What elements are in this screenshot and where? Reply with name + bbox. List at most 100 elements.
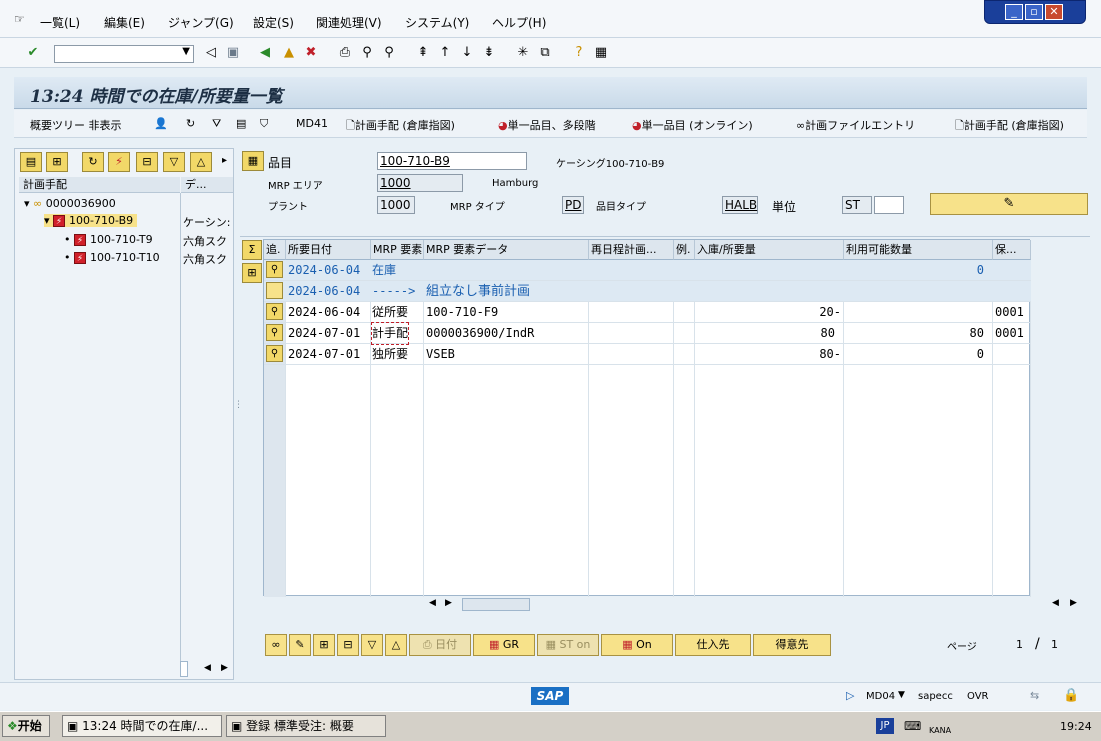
scroll-left-icon[interactable]: ◀ — [429, 598, 436, 608]
minimize-button[interactable]: _ — [1005, 4, 1023, 20]
back-arrow-icon[interactable]: ◁ — [202, 44, 220, 62]
menu-icon[interactable]: ☞ — [14, 12, 25, 26]
edit-button[interactable]: ✎ — [930, 193, 1088, 215]
gr-button[interactable]: ▦ GR — [473, 634, 535, 656]
filter2-icon[interactable]: ⛉ — [260, 117, 268, 131]
tree-col2-header[interactable]: デ... — [181, 177, 233, 193]
plan-manual2-button[interactable]: 🗋計画手配 (倉庫指図) — [955, 117, 1064, 136]
tree-col-header[interactable]: 計画手配 — [19, 177, 180, 193]
sum-icon[interactable]: Σ — [242, 240, 262, 260]
kana-indicator[interactable]: KANA — [929, 726, 951, 735]
table-row[interactable]: ⚲ 2024-06-04 在庫 0 — [264, 260, 1031, 281]
layout-icon[interactable]: ▦ — [592, 44, 610, 62]
chevron-down-icon[interactable]: ▼ — [898, 690, 905, 700]
scroll-right-icon[interactable]: ▶ — [1070, 598, 1077, 608]
taskbar-item[interactable]: ▣ 登録 標準受注: 概要 — [226, 715, 386, 737]
command-field[interactable]: ▼ — [54, 45, 194, 63]
plan-manual-button[interactable]: 🗋計画手配 (倉庫指図) — [346, 117, 455, 136]
tree-collapse-icon[interactable]: ▽ — [163, 152, 185, 172]
on-button[interactable]: ▦ On — [601, 634, 673, 656]
ime-icon[interactable]: ⌨ — [904, 719, 921, 733]
material-detail-icon[interactable]: ▦ — [242, 151, 264, 171]
display-icon[interactable]: ▤ — [236, 117, 246, 130]
material-field[interactable]: 100-710-B9 — [377, 152, 527, 170]
scroll-right-icon[interactable]: ▶ — [221, 663, 228, 673]
table-row[interactable]: ⚲ 2024-07-01 独所要 VSEB 80- 0 — [264, 344, 1031, 365]
col-header[interactable]: 再日程計画... — [589, 240, 674, 260]
menu-related[interactable]: 関連処理(V) — [316, 14, 382, 31]
help-icon[interactable]: ? — [570, 44, 588, 62]
ime-indicator[interactable]: JP — [876, 718, 894, 734]
prev-page-icon[interactable]: ↑ — [436, 44, 454, 62]
first-page-icon[interactable]: ⇞ — [414, 44, 432, 62]
new-session-icon[interactable]: ✳ — [514, 44, 532, 62]
unit-field[interactable]: ST — [842, 196, 872, 214]
exit-icon[interactable]: ▲ — [280, 44, 298, 62]
menu-list[interactable]: 一覧(L) — [40, 14, 80, 31]
col-header[interactable]: MRP 要素 — [371, 240, 424, 260]
table-row[interactable]: ⚲ 2024-07-01 計手配 0000036900/IndR 80 80 0… — [264, 322, 1031, 345]
date-button[interactable]: ⎙ 日付 — [409, 634, 471, 656]
print-icon[interactable]: ⎙ — [336, 44, 354, 62]
tree-order-icon[interactable]: ⚡ — [108, 152, 130, 172]
tree-scrollbar[interactable] — [180, 661, 188, 677]
insert-mode[interactable]: OVR — [967, 691, 988, 702]
tree-child[interactable]: • ⚡ 100-710-T10 — [64, 251, 160, 264]
status-expand-icon[interactable]: ▷ — [846, 689, 854, 702]
refresh-icon[interactable]: ↻ — [186, 117, 195, 130]
customer-button[interactable]: 得意先 — [753, 634, 831, 656]
glasses-button[interactable]: ∞ — [265, 634, 287, 656]
md41-button[interactable]: MD41 — [296, 117, 328, 130]
magnifier-icon[interactable]: ⚲ — [266, 324, 283, 341]
enter-icon[interactable]: ✔ — [24, 44, 42, 62]
mat-type-field[interactable]: HALB — [722, 196, 758, 214]
magnifier-icon[interactable]: ⚲ — [266, 345, 283, 362]
col-header[interactable]: 所要日付 — [286, 240, 371, 260]
menu-system[interactable]: システム(Y) — [405, 14, 469, 31]
col-header[interactable]: 例. — [674, 240, 695, 260]
single-multi-button[interactable]: ◕単一品目、多段階 — [498, 117, 596, 133]
hide-tree-button[interactable]: 概要ツリー 非表示 — [30, 117, 122, 133]
last-page-icon[interactable]: ⇟ — [480, 44, 498, 62]
col-header[interactable]: 入庫/所要量 — [695, 240, 844, 260]
expand-button[interactable]: △ — [385, 634, 407, 656]
back-icon[interactable]: ◀ — [256, 44, 274, 62]
tree-list-icon[interactable]: ▤ — [20, 152, 42, 172]
table-row[interactable]: ⚲ 2024-06-04 従所要 100-710-F9 20- 0001 — [264, 302, 1031, 323]
tree-button[interactable]: ⊞ — [313, 634, 335, 656]
tree-child[interactable]: • ⚡ 100-710-T9 — [64, 233, 153, 246]
scroll-left-icon[interactable]: ◀ — [1052, 598, 1059, 608]
tcode[interactable]: MD04 — [866, 691, 895, 702]
magnifier-icon[interactable]: ⚲ — [266, 303, 283, 320]
mrp-type-field[interactable]: PD — [562, 196, 584, 214]
mrp-area-field[interactable]: 1000 — [377, 174, 463, 192]
tree-hierarchy-icon[interactable]: ⊟ — [136, 152, 158, 172]
tree-refresh-icon[interactable]: ↻ — [82, 152, 104, 172]
scroll-right-icon[interactable]: ▶ — [445, 598, 452, 608]
chevron-down-icon[interactable]: ▼ — [182, 46, 190, 57]
magnifier-icon[interactable]: ⚲ — [266, 261, 283, 278]
start-button[interactable]: ❖开始 — [2, 715, 50, 737]
menu-help[interactable]: ヘルプ(H) — [492, 14, 546, 31]
next-page-icon[interactable]: ↓ — [458, 44, 476, 62]
plant-field[interactable]: 1000 — [377, 196, 415, 214]
filter-icon[interactable]: ⛛ — [212, 117, 221, 131]
vendor-button[interactable]: 仕入先 — [675, 634, 751, 656]
col-header[interactable]: MRP 要素データ — [424, 240, 589, 260]
col-header[interactable]: 追. — [264, 240, 286, 260]
restore-button[interactable]: ▫ — [1025, 4, 1043, 20]
menu-jump[interactable]: ジャンプ(G) — [168, 14, 234, 31]
find-next-icon[interactable]: ⚲ — [380, 44, 398, 62]
tree-node[interactable]: ▾ ⚡ 100-710-B9 — [44, 214, 138, 227]
layout-select-icon[interactable]: ⊞ — [242, 263, 262, 283]
user-icon[interactable]: 👤 — [154, 117, 168, 130]
shortcut-icon[interactable]: ⧉ — [536, 44, 554, 62]
taskbar-item[interactable]: ▣ 13:24 時間での在庫/... — [62, 715, 222, 737]
table-row[interactable]: 2024-06-04 -----> 組立なし事前計画 — [264, 281, 1031, 302]
st-on-button[interactable]: ▦ ST on — [537, 634, 599, 656]
menu-settings[interactable]: 設定(S) — [253, 14, 294, 31]
close-button[interactable]: ✕ — [1045, 4, 1063, 20]
collapse-button[interactable]: ▽ — [361, 634, 383, 656]
unit-extra-field[interactable] — [874, 196, 904, 214]
tree-root[interactable]: ▾ ∞ 0000036900 — [24, 197, 116, 210]
